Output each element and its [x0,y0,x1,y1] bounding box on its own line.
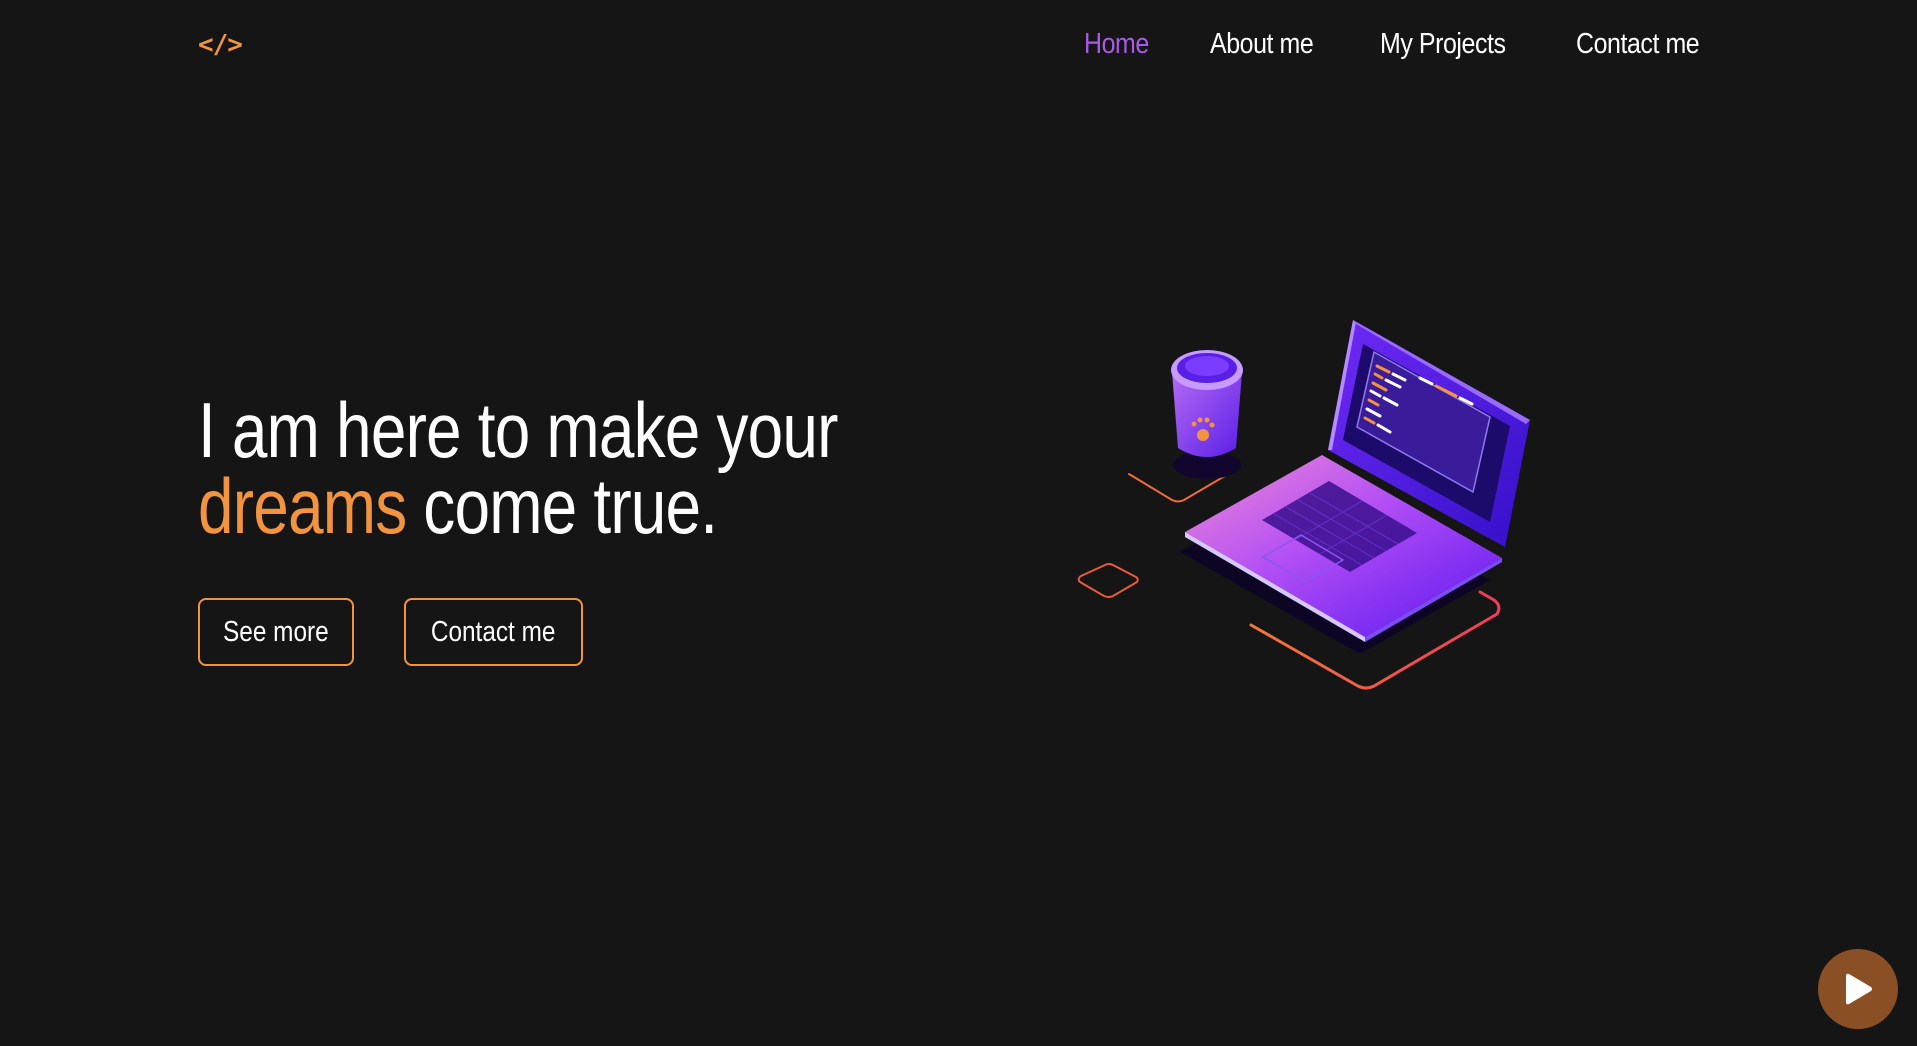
nav-about-me[interactable]: About me [1210,28,1314,61]
hero-title-accent: dreams [198,462,407,550]
see-more-label: See more [223,615,329,648]
hero-title: I am here to make your dreams come true. [198,391,838,545]
logo[interactable]: </> [198,30,243,60]
laptop-coffee-illustration [1060,300,1560,700]
nav-my-projects[interactable]: My Projects [1380,28,1506,61]
contact-me-button[interactable]: Contact me [404,598,583,666]
contact-me-label: Contact me [431,615,556,648]
page: </> Home About me My Projects Contact me… [0,0,1917,1046]
hero-title-line1: I am here to make your [198,386,838,474]
play-button[interactable] [1818,949,1898,1029]
see-more-button[interactable]: See more [198,598,354,666]
main-nav: Home About me My Projects Contact me [1084,28,1719,61]
play-icon [1846,973,1872,1005]
nav-home[interactable]: Home [1084,28,1149,61]
nav-contact-me[interactable]: Contact me [1576,28,1700,61]
hero-title-line2: come true. [406,462,718,550]
